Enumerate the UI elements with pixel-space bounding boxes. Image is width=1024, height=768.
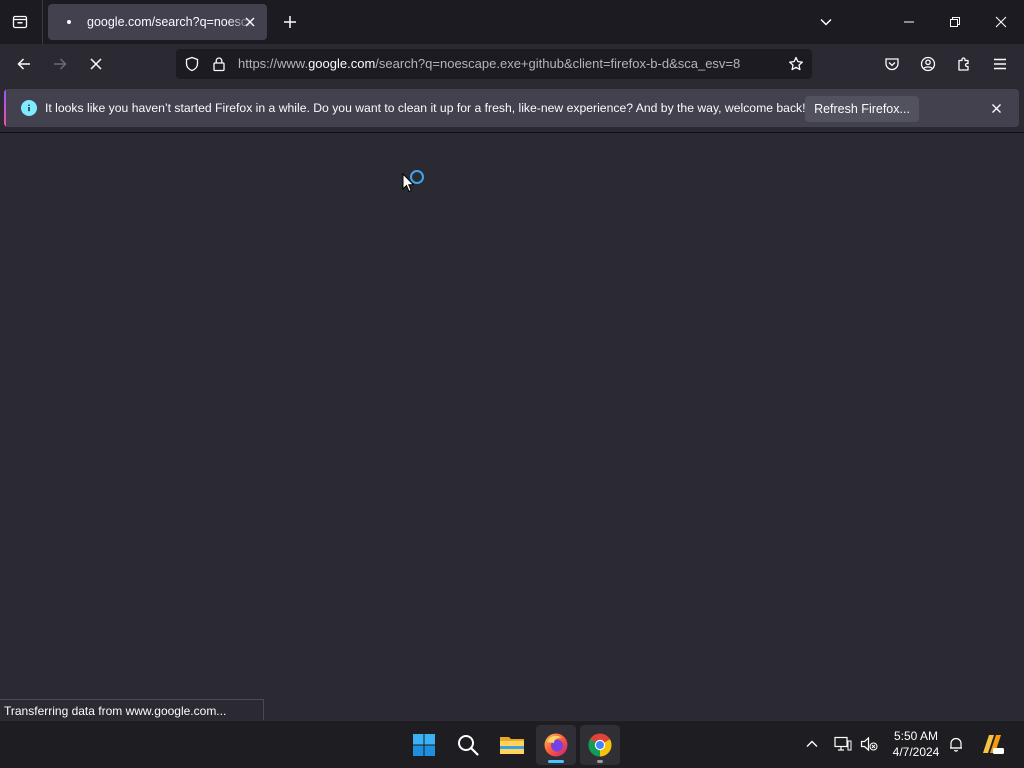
close-icon: [995, 16, 1007, 28]
account-icon: [920, 56, 936, 72]
tabstrip-divider: [42, 0, 43, 44]
refresh-firefox-button[interactable]: Refresh Firefox...: [805, 96, 919, 122]
close-icon: [991, 103, 1001, 113]
chevron-up-icon: [806, 740, 818, 747]
active-app-indicator: [548, 760, 564, 763]
forward-arrow-icon: [54, 58, 67, 70]
url-bar[interactable]: https://www.google.com/search?q=noescape…: [176, 49, 812, 79]
folder-icon: [500, 737, 524, 754]
chrome-icon: [588, 733, 612, 757]
firefox-icon: [544, 733, 568, 757]
stop-button[interactable]: [82, 50, 110, 78]
pocket-icon: [885, 58, 899, 71]
network-tray-button[interactable]: [832, 733, 854, 755]
tracking-protection-button[interactable]: [183, 55, 201, 73]
plus-icon: [284, 16, 296, 28]
tab-close-button[interactable]: [241, 13, 259, 31]
refresh-firefox-notification: It looks like you haven’t started Firefo…: [4, 89, 1019, 127]
status-panel: Transferring data from www.google.com...: [0, 699, 264, 720]
navigation-toolbar: https://www.google.com/search?q=noescape…: [0, 44, 1024, 84]
list-all-tabs-button[interactable]: [812, 8, 840, 36]
windows-logo-icon: [413, 734, 435, 756]
firefox-taskbar-button[interactable]: [536, 725, 576, 765]
search-icon: [458, 735, 479, 756]
firefox-view-icon: [12, 15, 28, 29]
forward-button[interactable]: [46, 50, 74, 78]
taskbar-clock[interactable]: 5:50 AM 4/7/2024: [884, 728, 948, 760]
minimize-button[interactable]: [886, 0, 932, 44]
url-host: google.com: [308, 56, 376, 71]
taskbar-search-button[interactable]: [448, 725, 488, 765]
minimize-icon: [904, 21, 914, 23]
pocket-button[interactable]: [878, 50, 906, 78]
network-icon: [834, 736, 852, 751]
shield-icon: [185, 56, 199, 72]
bookmark-button[interactable]: [782, 50, 810, 78]
file-explorer-button[interactable]: [492, 725, 532, 765]
chrome-taskbar-button[interactable]: [580, 725, 620, 765]
screen: google.com/search?q=noescape.exe: [0, 0, 1024, 768]
notifications-button[interactable]: [945, 733, 967, 755]
bell-icon: [950, 737, 962, 752]
url-path: /search?q=noescape.exe+github&client=fir…: [375, 56, 741, 71]
tab-title: google.com/search?q=noescape.exe: [87, 15, 253, 29]
firefox-view-button[interactable]: [6, 8, 34, 36]
app-menu-button[interactable]: [986, 50, 1014, 78]
new-tab-button[interactable]: [276, 8, 304, 36]
restore-icon: [950, 17, 960, 27]
page-content[interactable]: [0, 133, 1024, 720]
url-text[interactable]: https://www.google.com/search?q=noescape…: [238, 56, 776, 71]
notification-accent: [4, 89, 6, 127]
volume-tray-button[interactable]: [858, 733, 880, 755]
clock-time: 5:50 AM: [893, 729, 939, 743]
puzzle-icon: [958, 57, 969, 71]
hamburger-menu-icon: [994, 58, 1006, 70]
copilot-button[interactable]: [979, 733, 1005, 755]
taskbar: 5:50 AM 4/7/2024: [0, 720, 1024, 768]
close-window-button[interactable]: [978, 0, 1024, 44]
mouse-cursor-icon: [402, 173, 414, 193]
tab-loading-indicator: [67, 20, 71, 24]
tab-strip: google.com/search?q=noescape.exe: [0, 0, 1024, 44]
chevron-down-icon: [820, 18, 832, 26]
restore-button[interactable]: [932, 0, 978, 44]
volume-muted-icon: [860, 736, 878, 752]
notification-message: It looks like you haven’t started Firefo…: [45, 101, 806, 115]
notification-close-button[interactable]: [987, 99, 1005, 117]
url-scheme: https://www.: [238, 56, 309, 71]
copilot-icon: [983, 735, 1004, 754]
back-arrow-icon: [17, 58, 30, 70]
running-app-indicator: [597, 760, 603, 763]
close-icon: [245, 17, 255, 27]
extensions-button[interactable]: [950, 50, 978, 78]
back-button[interactable]: [10, 50, 38, 78]
stop-icon: [90, 58, 102, 70]
show-hidden-icons-button[interactable]: [801, 733, 823, 755]
notification-area: It looks like you haven’t started Firefo…: [0, 84, 1024, 132]
info-icon: [21, 100, 37, 116]
start-button[interactable]: [404, 725, 444, 765]
site-info-button[interactable]: [210, 55, 228, 73]
account-button[interactable]: [914, 50, 942, 78]
lock-icon: [213, 57, 225, 72]
star-icon: [789, 56, 803, 71]
clock-date: 4/7/2024: [892, 745, 940, 759]
tab-google-search[interactable]: google.com/search?q=noescape.exe: [48, 4, 267, 40]
